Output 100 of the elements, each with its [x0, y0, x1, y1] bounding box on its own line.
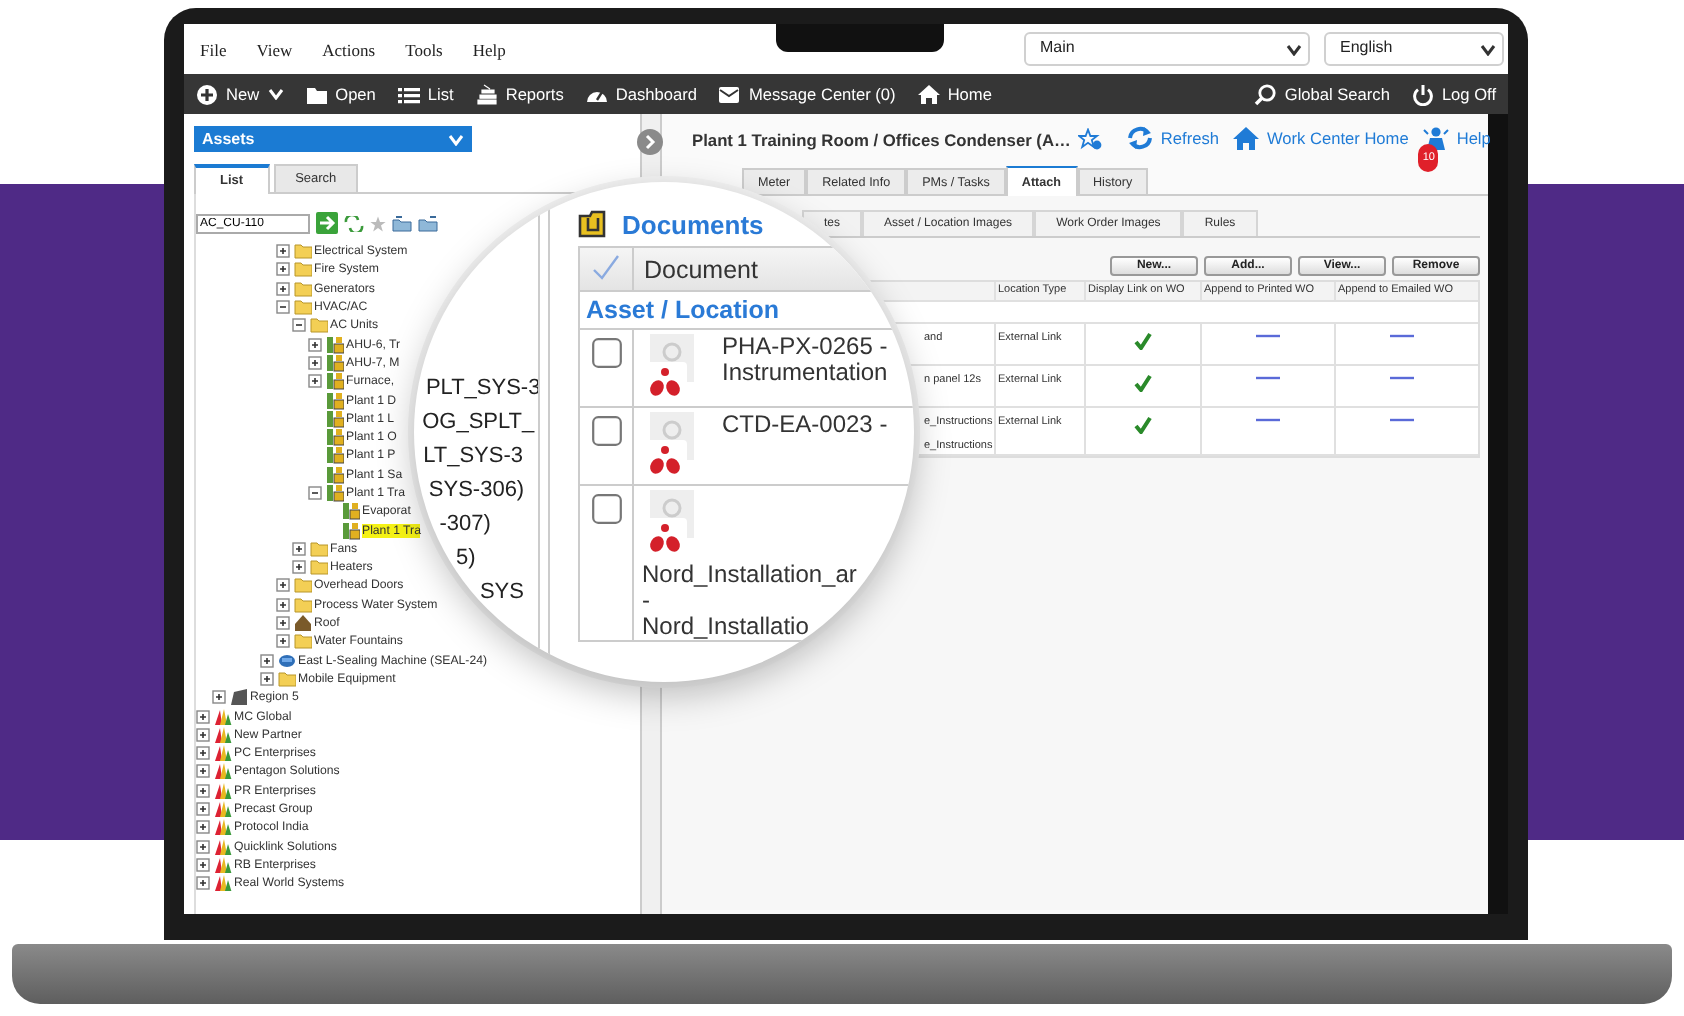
company-icon	[213, 707, 231, 726]
module-select[interactable]: Assets	[194, 126, 472, 152]
caret-icon	[448, 133, 464, 145]
stack-icon	[475, 83, 498, 105]
home-icon	[1232, 125, 1261, 149]
machine-icon	[277, 651, 295, 670]
region-icon	[229, 688, 247, 707]
expand-toggle[interactable]	[276, 597, 290, 612]
equipment-icon	[325, 428, 343, 447]
company-icon	[213, 762, 231, 781]
tree-item[interactable]: SYS	[479, 576, 524, 610]
expand-toggle[interactable]	[196, 727, 210, 742]
equipment-icon	[341, 521, 359, 540]
folder-arrow-icon[interactable]	[418, 215, 438, 231]
sync-arrows-icon[interactable]	[344, 215, 364, 231]
expand-toggle[interactable]	[276, 244, 290, 259]
expand-toggle[interactable]	[260, 653, 274, 668]
roof-icon	[293, 614, 311, 633]
expand-toggle[interactable]	[276, 616, 290, 631]
equipment-icon	[325, 484, 343, 502]
expand-toggle[interactable]	[196, 857, 210, 872]
expand-toggle[interactable]	[196, 820, 210, 835]
equipment-icon	[325, 372, 343, 391]
menu-item[interactable]: Tools	[405, 39, 443, 59]
company-icon	[213, 837, 231, 856]
checkbox[interactable]	[591, 416, 621, 446]
menu-item[interactable]: Help	[472, 39, 506, 59]
star-icon[interactable]	[370, 215, 386, 231]
expand-toggle[interactable]	[196, 764, 210, 779]
expand-toggle[interactable]	[196, 783, 210, 798]
folder-icon	[305, 83, 328, 105]
search-icon	[1254, 83, 1277, 105]
document-name[interactable]: Nord_Installation_ar	[642, 562, 914, 588]
tree-item[interactable]: 5)	[456, 542, 476, 576]
toolbar-button[interactable]: Dashboard	[585, 81, 697, 107]
work-center-home-link[interactable]: Work Center Home	[1232, 125, 1409, 165]
star-plus-icon[interactable]	[1078, 128, 1103, 150]
company-icon	[213, 874, 231, 893]
company-icon	[213, 725, 231, 744]
expand-toggle[interactable]	[276, 634, 290, 649]
document-name[interactable]: Nord_Installatio	[642, 614, 914, 640]
toolbar-button[interactable]: Open	[305, 81, 376, 107]
expand-toggle[interactable]	[196, 876, 210, 891]
envelope-icon	[718, 83, 741, 105]
language-select[interactable]: English	[1324, 32, 1504, 66]
go-button[interactable]	[316, 212, 338, 234]
expand-toggle[interactable]	[276, 262, 290, 277]
refresh-link[interactable]: Refresh	[1126, 125, 1219, 165]
column-header: Document	[642, 255, 758, 283]
toolbar-button[interactable]: Global Search	[1254, 81, 1390, 107]
expand-toggle[interactable]	[260, 671, 274, 686]
equipment-icon	[325, 465, 343, 484]
select-all-check-icon[interactable]	[590, 254, 622, 282]
toolbar-button[interactable]: Home	[917, 81, 992, 107]
expand-toggle[interactable]	[196, 709, 210, 724]
collapse-panel-button[interactable]	[636, 128, 664, 156]
tree-item[interactable]: LT_SYS-3	[423, 440, 523, 474]
workspace-select[interactable]: Main	[1024, 32, 1310, 66]
toolbar-button[interactable]: Message Center (0)	[718, 81, 896, 107]
checkbox[interactable]	[591, 494, 621, 524]
menu-item[interactable]: View	[256, 39, 293, 59]
expand-toggle[interactable]	[276, 578, 290, 593]
document-name[interactable]: -	[642, 588, 914, 614]
list-icon	[397, 83, 420, 105]
document-name[interactable]: CTD-EA-0023 -	[722, 412, 888, 438]
tree-item[interactable]: OG_SPLT_	[422, 406, 535, 440]
collapse-toggle[interactable]	[308, 486, 322, 500]
caret-icon	[1480, 43, 1496, 55]
tree-item[interactable]: -307)	[439, 508, 491, 542]
expand-toggle[interactable]	[292, 541, 306, 556]
collapse-toggle[interactable]	[292, 318, 306, 333]
toolbar-button[interactable]: New	[196, 81, 284, 107]
caret-icon	[1286, 43, 1302, 55]
toolbar-button[interactable]: Log Off	[1411, 81, 1496, 107]
menu-item[interactable]: File	[200, 39, 227, 59]
menu-item[interactable]: Actions	[322, 39, 376, 59]
expand-toggle[interactable]	[196, 802, 210, 817]
plus-circle-icon	[196, 83, 218, 105]
expand-toggle[interactable]	[308, 355, 322, 370]
toolbar-button[interactable]: Reports	[475, 81, 564, 107]
equipment-icon	[341, 502, 359, 521]
tree-item[interactable]: SYS-306)	[428, 474, 525, 508]
expand-toggle[interactable]	[276, 281, 290, 296]
document-name[interactable]: PHA-PX-0265 -	[722, 334, 888, 360]
expand-toggle[interactable]	[212, 690, 226, 705]
expand-toggle[interactable]	[308, 337, 322, 352]
folder-arrow-icon[interactable]	[392, 215, 412, 231]
checkbox[interactable]	[591, 338, 621, 368]
collapse-toggle[interactable]	[276, 300, 290, 315]
equipment-icon	[325, 446, 343, 465]
expand-toggle[interactable]	[196, 746, 210, 761]
group-label: Asset / Location	[580, 292, 914, 330]
tree-item[interactable]: PLT_SYS-3	[425, 372, 541, 406]
expand-toggle[interactable]	[292, 560, 306, 575]
equipment-icon	[325, 391, 343, 410]
equipment-icon	[325, 353, 343, 372]
toolbar-button[interactable]: List	[397, 81, 454, 107]
document-name[interactable]: Instrumentation	[722, 360, 888, 386]
expand-toggle[interactable]	[196, 839, 210, 854]
expand-toggle[interactable]	[308, 374, 322, 389]
